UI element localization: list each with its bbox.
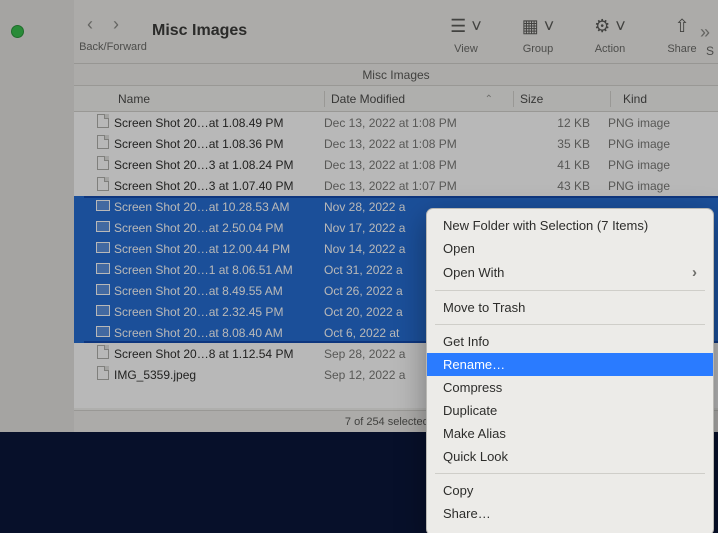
column-headers: Name Date Modified ⌃ Size Kind xyxy=(74,86,718,112)
sidebar xyxy=(0,0,74,432)
menu-item-label: New Folder with Selection (7 Items) xyxy=(443,218,648,233)
menu-separator xyxy=(435,290,705,291)
menu-item[interactable]: Copy xyxy=(427,479,713,502)
menu-item-label: Make Alias xyxy=(443,426,506,441)
menu-item-label: Share… xyxy=(443,506,491,521)
file-name: Screen Shot 20…at 12.00.44 PM xyxy=(114,242,324,256)
back-forward-group[interactable]: ‹› Back/Forward xyxy=(74,0,152,53)
menu-item[interactable]: Quick Look xyxy=(427,445,713,468)
file-kind: PNG image xyxy=(604,116,718,130)
file-size: 12 KB xyxy=(512,116,604,130)
file-kind: PNG image xyxy=(604,137,718,151)
group-button[interactable]: ▦ ˅ Group xyxy=(502,0,574,55)
file-kind: PNG image xyxy=(604,179,718,193)
file-name: Screen Shot 20…1 at 8.06.51 AM xyxy=(114,263,324,277)
file-icon xyxy=(92,284,114,298)
menu-item-label: Open With xyxy=(443,265,504,280)
file-date: Dec 13, 2022 at 1:08 PM xyxy=(324,158,512,172)
menu-item[interactable]: Share… xyxy=(427,502,713,525)
grid-icon: ▦ ˅ xyxy=(502,16,574,37)
menu-item[interactable]: Make Alias xyxy=(427,422,713,445)
column-header-kind[interactable]: Kind xyxy=(611,92,718,106)
file-icon xyxy=(92,242,114,256)
file-icon xyxy=(92,263,114,277)
toolbar: ‹› Back/Forward Misc Images ☰ ˅ View ▦ ˅… xyxy=(74,0,718,64)
menu-item-label: Duplicate xyxy=(443,403,497,418)
file-name: Screen Shot 20…at 8.49.55 AM xyxy=(114,284,324,298)
file-icon xyxy=(92,114,114,131)
file-row[interactable]: Screen Shot 20…at 1.08.49 PMDec 13, 2022… xyxy=(74,112,718,133)
file-kind: PNG image xyxy=(604,158,718,172)
file-icon xyxy=(92,177,114,194)
menu-item[interactable]: Duplicate xyxy=(427,399,713,422)
menu-item-label: Compress xyxy=(443,380,502,395)
file-name: Screen Shot 20…at 2.50.04 PM xyxy=(114,221,324,235)
file-row[interactable]: Screen Shot 20…3 at 1.08.24 PMDec 13, 20… xyxy=(74,154,718,175)
file-name: Screen Shot 20…at 8.08.40 AM xyxy=(114,326,324,340)
back-forward-label: Back/Forward xyxy=(74,41,152,53)
file-name: IMG_5359.jpeg xyxy=(114,368,324,382)
toolbar-overflow-icon[interactable]: » xyxy=(700,22,710,43)
file-date: Dec 13, 2022 at 1:07 PM xyxy=(324,179,512,193)
gear-icon: ⚙︎ ˅ xyxy=(574,16,646,37)
file-size: 43 KB xyxy=(512,179,604,193)
file-date: Dec 13, 2022 at 1:08 PM xyxy=(324,116,512,130)
menu-item[interactable]: Compress xyxy=(427,376,713,399)
view-button[interactable]: ☰ ˅ View xyxy=(430,0,502,55)
file-row[interactable]: Screen Shot 20…3 at 1.07.40 PMDec 13, 20… xyxy=(74,175,718,196)
window-zoom-button[interactable] xyxy=(11,25,24,38)
menu-item[interactable]: Rename… xyxy=(427,353,713,376)
column-header-size[interactable]: Size xyxy=(514,92,610,106)
menu-item[interactable]: Move to Trash xyxy=(427,296,713,319)
file-size: 35 KB xyxy=(512,137,604,151)
chevron-left-right-icon: ‹› xyxy=(74,14,152,35)
file-name: Screen Shot 20…at 1.08.36 PM xyxy=(114,137,324,151)
column-header-name[interactable]: Name xyxy=(74,92,324,106)
file-icon xyxy=(92,135,114,152)
overflow-hint: S xyxy=(706,44,714,58)
menu-item-label: Quick Look xyxy=(443,449,508,464)
file-name: Screen Shot 20…at 10.28.53 AM xyxy=(114,200,324,214)
action-label: Action xyxy=(574,43,646,55)
path-subheader: Misc Images xyxy=(74,64,718,86)
file-icon xyxy=(92,326,114,340)
menu-item[interactable]: Open With xyxy=(427,260,713,285)
menu-item[interactable]: Get Info xyxy=(427,330,713,353)
file-icon xyxy=(92,345,114,362)
file-icon xyxy=(92,156,114,173)
menu-item[interactable]: Open xyxy=(427,237,713,260)
menu-separator xyxy=(435,324,705,325)
window-title: Misc Images xyxy=(152,0,322,40)
column-header-date[interactable]: Date Modified ⌃ xyxy=(325,92,513,106)
file-name: Screen Shot 20…at 2.32.45 PM xyxy=(114,305,324,319)
file-icon xyxy=(92,221,114,235)
menu-separator xyxy=(435,473,705,474)
column-header-date-label: Date Modified xyxy=(331,92,405,106)
file-row[interactable]: Screen Shot 20…at 1.08.36 PMDec 13, 2022… xyxy=(74,133,718,154)
file-icon xyxy=(92,200,114,214)
menu-item-label: Get Info xyxy=(443,334,489,349)
menu-item-label: Move to Trash xyxy=(443,300,525,315)
file-name: Screen Shot 20…8 at 1.12.54 PM xyxy=(114,347,324,361)
action-button[interactable]: ⚙︎ ˅ Action xyxy=(574,0,646,55)
file-name: Screen Shot 20…at 1.08.49 PM xyxy=(114,116,324,130)
file-icon xyxy=(92,366,114,383)
sort-indicator-icon: ⌃ xyxy=(485,94,493,105)
menu-item-label: Open xyxy=(443,241,475,256)
file-name: Screen Shot 20…3 at 1.08.24 PM xyxy=(114,158,324,172)
file-icon xyxy=(92,305,114,319)
group-label: Group xyxy=(502,43,574,55)
menu-item-label: Copy xyxy=(443,483,473,498)
file-date: Dec 13, 2022 at 1:08 PM xyxy=(324,137,512,151)
context-menu: New Folder with Selection (7 Items) Open O… xyxy=(426,208,714,533)
menu-item-label: Rename… xyxy=(443,357,505,372)
view-label: View xyxy=(430,43,502,55)
file-name: Screen Shot 20…3 at 1.07.40 PM xyxy=(114,179,324,193)
menu-item[interactable]: New Folder with Selection (7 Items) xyxy=(427,214,713,237)
list-view-icon: ☰ ˅ xyxy=(430,16,502,37)
file-size: 41 KB xyxy=(512,158,604,172)
